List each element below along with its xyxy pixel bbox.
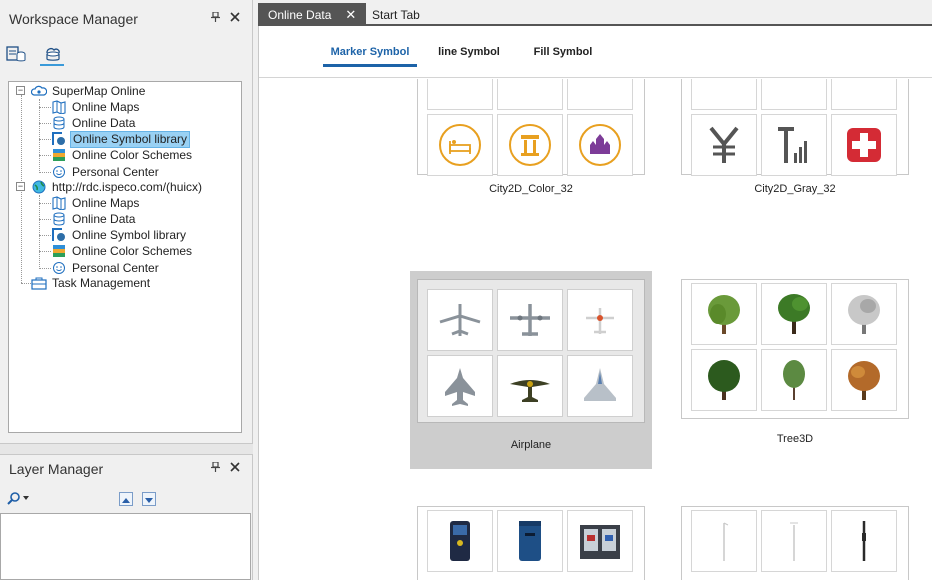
castle-icon[interactable]	[567, 114, 633, 176]
subtab-line-symbol[interactable]: line Symbol	[433, 43, 505, 67]
app-window: Workspace Manager − − SuperMap Online On…	[0, 0, 932, 580]
workspace-datasource-icon[interactable]	[4, 42, 28, 66]
library-name: City2D_Gray_32	[754, 183, 836, 195]
library-city2d-color-32[interactable]: City2D_Color_32	[410, 79, 652, 209]
blue-kiosk-icon[interactable]	[427, 510, 493, 572]
library-name: Airplane	[510, 439, 552, 451]
bare-tree-icon[interactable]	[831, 283, 897, 345]
library-tree3d[interactable]: Tree3D	[674, 279, 916, 469]
tree-item-personal-center-2[interactable]: Personal Center	[51, 260, 161, 276]
transport-plane-icon[interactable]	[497, 289, 563, 351]
subtab-fill-symbol[interactable]: Fill Symbol	[531, 43, 595, 67]
bed-icon[interactable]	[427, 114, 493, 176]
recycle-bin-icon[interactable]	[567, 510, 633, 572]
online-data-icon[interactable]	[40, 42, 64, 66]
tree-item-online-color-schemes-2[interactable]: Online Color Schemes	[51, 243, 194, 259]
lamp-pole-icon[interactable]	[761, 510, 827, 572]
small-plane-icon[interactable]	[567, 289, 633, 351]
column-icon[interactable]	[497, 114, 563, 176]
tree-item-online-maps-2[interactable]: Online Maps	[51, 195, 141, 211]
library-airplane[interactable]: Airplane	[410, 271, 652, 469]
pin-icon[interactable]	[211, 12, 220, 22]
library-street-furniture[interactable]	[410, 506, 652, 580]
layer-manager-title: Layer Manager	[9, 461, 104, 477]
search-icon[interactable]	[7, 491, 29, 505]
briefcase-icon	[31, 275, 47, 291]
autumn-tree-icon[interactable]	[831, 349, 897, 411]
oak-tree-icon[interactable]	[761, 283, 827, 345]
tree-item-online-maps[interactable]: Online Maps	[51, 99, 141, 115]
black-pole-icon[interactable]	[831, 510, 897, 572]
tree-root-rdc-ispeco[interactable]: http://rdc.ispeco.com/(huicx)	[31, 179, 204, 195]
smiley-icon	[51, 164, 67, 180]
collapse-toggle-root2[interactable]: −	[16, 182, 25, 191]
pin-icon[interactable]	[211, 462, 220, 472]
color-scheme-icon	[51, 147, 67, 163]
tree-item-online-data-2[interactable]: Online Data	[51, 211, 137, 227]
symbol-library-icon	[51, 131, 67, 147]
tree-root-supermap-online[interactable]: SuperMap Online	[31, 83, 147, 99]
tab-online-data[interactable]: Online Data ✕	[258, 3, 367, 26]
workspace-tree[interactable]: − − SuperMap Online Online Maps Online D…	[8, 81, 242, 433]
library-street-poles[interactable]	[674, 506, 916, 580]
workspace-manager-title: Workspace Manager	[9, 11, 138, 27]
panel-splitter[interactable]	[0, 443, 253, 455]
tree-item-online-data[interactable]: Online Data	[51, 115, 137, 131]
airliner-icon[interactable]	[427, 289, 493, 351]
library-name: Tree3D	[776, 433, 814, 445]
online-symbol-content: Marker Symbol line Symbol Fill Symbol Ci	[258, 26, 932, 580]
symbol-library-icon	[51, 227, 67, 243]
tree-item-online-symbol-library[interactable]: Online Symbol library	[51, 130, 191, 148]
red-cross-icon[interactable]	[831, 114, 897, 176]
yuan-icon[interactable]	[691, 114, 757, 176]
main-area: Online Data ✕ Start Tab Marker Symbol li…	[258, 0, 932, 580]
tree-item-personal-center[interactable]: Personal Center	[51, 164, 161, 180]
subtab-marker-symbol[interactable]: Marker Symbol	[323, 43, 417, 67]
move-up-button[interactable]	[119, 492, 133, 506]
library-name: City2D_Color_32	[489, 183, 573, 195]
arrow-up-icon	[122, 492, 130, 506]
tab-start-tab[interactable]: Start Tab	[362, 3, 430, 26]
symbol-type-tabs: Marker Symbol line Symbol Fill Symbol	[259, 26, 932, 78]
globe-icon	[31, 179, 47, 195]
tree-item-task-management[interactable]: Task Management	[31, 275, 152, 291]
close-icon[interactable]	[230, 462, 240, 472]
map-icon	[51, 99, 67, 115]
color-scheme-icon	[51, 243, 67, 259]
blue-bin-icon[interactable]	[497, 510, 563, 572]
cloud-icon	[31, 83, 47, 99]
round-tree-icon[interactable]	[691, 349, 757, 411]
collapse-toggle-root1[interactable]: −	[16, 86, 25, 95]
thin-pole-icon[interactable]	[691, 510, 757, 572]
willow-tree-icon[interactable]	[691, 283, 757, 345]
signal-icon[interactable]	[761, 114, 827, 176]
close-icon[interactable]	[230, 12, 240, 22]
library-city2d-gray-32[interactable]: City2D_Gray_32	[674, 79, 916, 209]
tree-item-online-color-schemes[interactable]: Online Color Schemes	[51, 147, 194, 163]
arrow-down-icon	[145, 492, 153, 506]
smiley-icon	[51, 260, 67, 276]
spitfire-icon[interactable]	[497, 355, 563, 417]
layer-manager-panel: Layer Manager	[0, 455, 253, 580]
tab-close-icon[interactable]: ✕	[345, 7, 356, 23]
database-icon	[51, 115, 67, 131]
delta-jet-icon[interactable]	[567, 355, 633, 417]
workspace-manager-title-bar: Workspace Manager	[0, 5, 252, 33]
symbol-library-gallery: City2D_Color_32 City2D_Gray_32 Airplane …	[259, 79, 932, 580]
move-down-button[interactable]	[142, 492, 156, 506]
tree-item-online-symbol-library-2[interactable]: Online Symbol library	[51, 227, 188, 243]
database-icon	[51, 211, 67, 227]
layer-list[interactable]	[0, 513, 251, 580]
tree-label: SuperMap Online	[52, 83, 146, 98]
map-icon	[51, 195, 67, 211]
workspace-manager-panel: Workspace Manager − − SuperMap Online On…	[0, 0, 253, 443]
fighter-jet-icon[interactable]	[427, 355, 493, 417]
document-tab-bar: Online Data ✕ Start Tab	[258, 0, 932, 26]
layer-manager-title-bar: Layer Manager	[0, 455, 252, 483]
pine-tree-icon[interactable]	[761, 349, 827, 411]
